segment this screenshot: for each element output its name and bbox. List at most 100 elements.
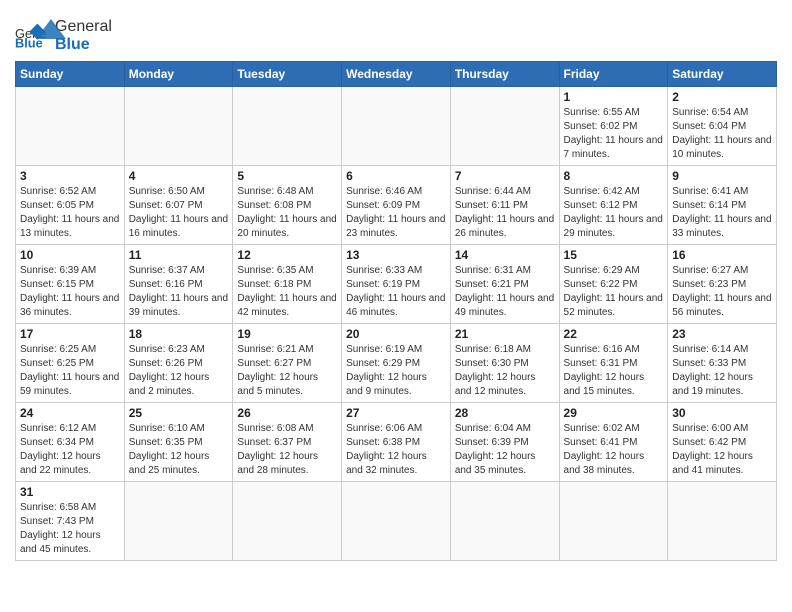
day-info: Sunrise: 6:48 AM Sunset: 6:08 PM Dayligh…	[237, 185, 337, 241]
day-info: Sunrise: 6:58 AM Sunset: 7:43 PM Dayligh…	[20, 501, 120, 557]
calendar-cell: 4 Sunrise: 6:50 AM Sunset: 6:07 PM Daylig…	[124, 166, 233, 245]
calendar-cell: 17 Sunrise: 6:25 AM Sunset: 6:25 PM Dayli…	[16, 324, 125, 403]
day-number: 30	[672, 406, 772, 420]
day-number: 13	[346, 248, 446, 262]
day-number: 27	[346, 406, 446, 420]
week-row-6: 31 Sunrise: 6:58 AM Sunset: 7:43 PM Dayli…	[16, 482, 777, 561]
calendar-cell: 21 Sunrise: 6:18 AM Sunset: 6:30 PM Dayli…	[450, 324, 559, 403]
day-info: Sunrise: 6:19 AM Sunset: 6:29 PM Dayligh…	[346, 343, 446, 399]
day-info: Sunrise: 6:27 AM Sunset: 6:23 PM Dayligh…	[672, 264, 772, 320]
day-info: Sunrise: 6:12 AM Sunset: 6:34 PM Dayligh…	[20, 422, 120, 478]
day-info: Sunrise: 6:37 AM Sunset: 6:16 PM Dayligh…	[129, 264, 229, 320]
calendar-cell	[233, 482, 342, 561]
week-row-1: 1 Sunrise: 6:55 AM Sunset: 6:02 PM Daylig…	[16, 87, 777, 166]
day-number: 7	[455, 169, 555, 183]
calendar-cell: 24Sunrise: 6:12 AM Sunset: 6:34 PM Dayli…	[16, 403, 125, 482]
day-number: 3	[20, 169, 120, 183]
calendar-cell	[16, 87, 125, 166]
calendar-cell: 7 Sunrise: 6:44 AM Sunset: 6:11 PM Daylig…	[450, 166, 559, 245]
weekday-header-wednesday: Wednesday	[342, 62, 451, 87]
day-info: Sunrise: 6:29 AM Sunset: 6:22 PM Dayligh…	[564, 264, 664, 320]
weekday-header-monday: Monday	[124, 62, 233, 87]
day-info: Sunrise: 6:41 AM Sunset: 6:14 PM Dayligh…	[672, 185, 772, 241]
day-number: 31	[20, 485, 120, 499]
day-info: Sunrise: 6:18 AM Sunset: 6:30 PM Dayligh…	[455, 343, 555, 399]
calendar-cell: 29Sunrise: 6:02 AM Sunset: 6:41 PM Dayli…	[559, 403, 668, 482]
day-number: 10	[20, 248, 120, 262]
day-number: 20	[346, 327, 446, 341]
weekday-header-sunday: Sunday	[16, 62, 125, 87]
calendar-cell: 26 Sunrise: 6:08 AM Sunset: 6:37 PM Dayli…	[233, 403, 342, 482]
day-number: 22	[564, 327, 664, 341]
calendar-cell: 12 Sunrise: 6:35 AM Sunset: 6:18 PM Dayli…	[233, 245, 342, 324]
day-info: Sunrise: 6:14 AM Sunset: 6:33 PM Dayligh…	[672, 343, 772, 399]
day-info: Sunrise: 6:10 AM Sunset: 6:35 PM Dayligh…	[129, 422, 229, 478]
day-info: Sunrise: 6:44 AM Sunset: 6:11 PM Dayligh…	[455, 185, 555, 241]
calendar-cell	[450, 482, 559, 561]
calendar-cell: 3 Sunrise: 6:52 AM Sunset: 6:05 PM Daylig…	[16, 166, 125, 245]
calendar-cell: 8Sunrise: 6:42 AM Sunset: 6:12 PM Daylig…	[559, 166, 668, 245]
calendar-cell: 23 Sunrise: 6:14 AM Sunset: 6:33 PM Dayli…	[668, 324, 777, 403]
calendar-cell: 1 Sunrise: 6:55 AM Sunset: 6:02 PM Daylig…	[559, 87, 668, 166]
weekday-header-row: SundayMondayTuesdayWednesdayThursdayFrid…	[16, 62, 777, 87]
logo: General Blue General Blue	[15, 18, 66, 53]
calendar-cell: 19Sunrise: 6:21 AM Sunset: 6:27 PM Dayli…	[233, 324, 342, 403]
calendar-cell: 22Sunrise: 6:16 AM Sunset: 6:31 PM Dayli…	[559, 324, 668, 403]
calendar-cell: 15Sunrise: 6:29 AM Sunset: 6:22 PM Dayli…	[559, 245, 668, 324]
calendar-cell: 9 Sunrise: 6:41 AM Sunset: 6:14 PM Daylig…	[668, 166, 777, 245]
day-info: Sunrise: 6:33 AM Sunset: 6:19 PM Dayligh…	[346, 264, 446, 320]
day-info: Sunrise: 6:04 AM Sunset: 6:39 PM Dayligh…	[455, 422, 555, 478]
calendar-cell: 11 Sunrise: 6:37 AM Sunset: 6:16 PM Dayli…	[124, 245, 233, 324]
day-number: 16	[672, 248, 772, 262]
calendar-cell: 2Sunrise: 6:54 AM Sunset: 6:04 PM Daylig…	[668, 87, 777, 166]
calendar-cell	[342, 87, 451, 166]
day-info: Sunrise: 6:21 AM Sunset: 6:27 PM Dayligh…	[237, 343, 337, 399]
calendar-cell: 31 Sunrise: 6:58 AM Sunset: 7:43 PM Dayli…	[16, 482, 125, 561]
calendar-cell: 5 Sunrise: 6:48 AM Sunset: 6:08 PM Daylig…	[233, 166, 342, 245]
day-info: Sunrise: 6:52 AM Sunset: 6:05 PM Dayligh…	[20, 185, 120, 241]
week-row-5: 24Sunrise: 6:12 AM Sunset: 6:34 PM Dayli…	[16, 403, 777, 482]
week-row-2: 3 Sunrise: 6:52 AM Sunset: 6:05 PM Daylig…	[16, 166, 777, 245]
calendar-cell	[450, 87, 559, 166]
day-number: 25	[129, 406, 229, 420]
day-info: Sunrise: 6:31 AM Sunset: 6:21 PM Dayligh…	[455, 264, 555, 320]
calendar-table: SundayMondayTuesdayWednesdayThursdayFrid…	[15, 61, 777, 561]
day-number: 23	[672, 327, 772, 341]
day-number: 28	[455, 406, 555, 420]
calendar-cell: 18Sunrise: 6:23 AM Sunset: 6:26 PM Dayli…	[124, 324, 233, 403]
day-info: Sunrise: 6:00 AM Sunset: 6:42 PM Dayligh…	[672, 422, 772, 478]
calendar-cell	[668, 482, 777, 561]
week-row-3: 10 Sunrise: 6:39 AM Sunset: 6:15 PM Dayli…	[16, 245, 777, 324]
week-row-4: 17 Sunrise: 6:25 AM Sunset: 6:25 PM Dayli…	[16, 324, 777, 403]
day-number: 12	[237, 248, 337, 262]
day-number: 1	[564, 90, 664, 104]
day-info: Sunrise: 6:50 AM Sunset: 6:07 PM Dayligh…	[129, 185, 229, 241]
page-header: General Blue General Blue	[15, 10, 777, 53]
day-number: 4	[129, 169, 229, 183]
calendar-cell: 10 Sunrise: 6:39 AM Sunset: 6:15 PM Dayli…	[16, 245, 125, 324]
day-info: Sunrise: 6:08 AM Sunset: 6:37 PM Dayligh…	[237, 422, 337, 478]
day-info: Sunrise: 6:42 AM Sunset: 6:12 PM Dayligh…	[564, 185, 664, 241]
weekday-header-tuesday: Tuesday	[233, 62, 342, 87]
day-number: 9	[672, 169, 772, 183]
day-number: 11	[129, 248, 229, 262]
day-number: 5	[237, 169, 337, 183]
calendar-cell: 6Sunrise: 6:46 AM Sunset: 6:09 PM Daylig…	[342, 166, 451, 245]
day-number: 14	[455, 248, 555, 262]
day-number: 26	[237, 406, 337, 420]
day-number: 17	[20, 327, 120, 341]
day-number: 6	[346, 169, 446, 183]
weekday-header-friday: Friday	[559, 62, 668, 87]
day-info: Sunrise: 6:35 AM Sunset: 6:18 PM Dayligh…	[237, 264, 337, 320]
calendar-cell: 16 Sunrise: 6:27 AM Sunset: 6:23 PM Dayli…	[668, 245, 777, 324]
calendar-cell: 25 Sunrise: 6:10 AM Sunset: 6:35 PM Dayli…	[124, 403, 233, 482]
day-number: 29	[564, 406, 664, 420]
day-info: Sunrise: 6:25 AM Sunset: 6:25 PM Dayligh…	[20, 343, 120, 399]
calendar-cell	[233, 87, 342, 166]
day-info: Sunrise: 6:39 AM Sunset: 6:15 PM Dayligh…	[20, 264, 120, 320]
day-info: Sunrise: 6:55 AM Sunset: 6:02 PM Dayligh…	[564, 106, 664, 162]
day-number: 18	[129, 327, 229, 341]
day-info: Sunrise: 6:54 AM Sunset: 6:04 PM Dayligh…	[672, 106, 772, 162]
day-number: 21	[455, 327, 555, 341]
calendar-cell: 27Sunrise: 6:06 AM Sunset: 6:38 PM Dayli…	[342, 403, 451, 482]
